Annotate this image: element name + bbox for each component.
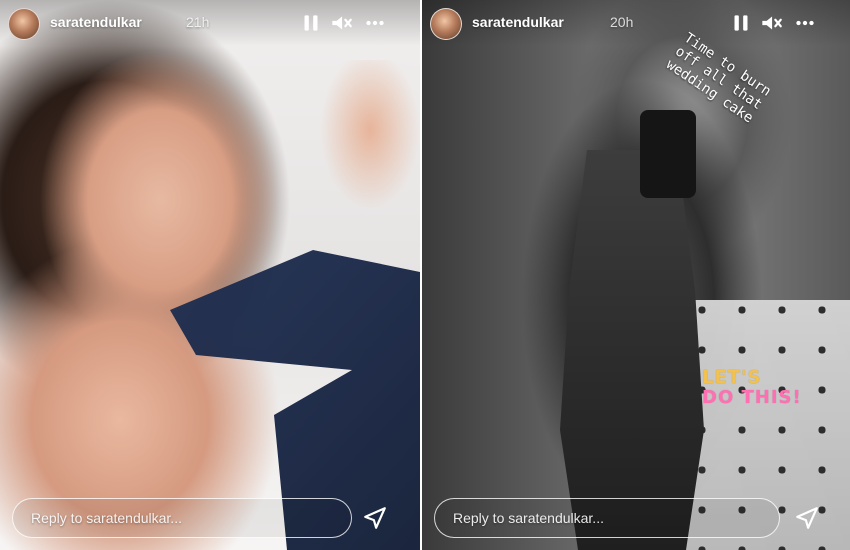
story-left[interactable]: saratendulkar 21h Reply to saratendulkar…: [0, 0, 420, 550]
lets-do-this-sticker: LET'S DO THIS!: [702, 368, 822, 408]
username[interactable]: saratendulkar: [472, 14, 564, 30]
stories-stage: saratendulkar 21h Reply to saratendulkar…: [0, 0, 850, 550]
story-time: 20h: [610, 14, 634, 30]
more-icon[interactable]: [362, 10, 388, 36]
mute-icon[interactable]: [328, 10, 354, 36]
send-icon[interactable]: [360, 505, 390, 531]
story-image-right: [422, 0, 850, 550]
username[interactable]: saratendulkar: [50, 14, 142, 30]
story-header: saratendulkar 21h: [0, 0, 420, 46]
reply-input[interactable]: Reply to saratendulkar...: [434, 498, 780, 538]
reply-placeholder: Reply to saratendulkar...: [31, 510, 182, 526]
story-right[interactable]: saratendulkar 20h Time to burn off all t…: [422, 0, 850, 550]
story-header: saratendulkar 20h: [422, 0, 850, 46]
avatar[interactable]: [8, 8, 40, 40]
reply-placeholder: Reply to saratendulkar...: [453, 510, 604, 526]
pause-icon[interactable]: [728, 10, 754, 36]
story-time: 21h: [186, 14, 210, 30]
sticker-line-2: DO THIS!: [702, 387, 802, 408]
mute-icon[interactable]: [758, 10, 784, 36]
pause-icon[interactable]: [298, 10, 324, 36]
sticker-line-1: LET'S: [702, 367, 762, 388]
more-icon[interactable]: [792, 10, 818, 36]
avatar[interactable]: [430, 8, 462, 40]
reply-input[interactable]: Reply to saratendulkar...: [12, 498, 352, 538]
story-image-left: [0, 0, 420, 550]
send-icon[interactable]: [792, 505, 822, 531]
